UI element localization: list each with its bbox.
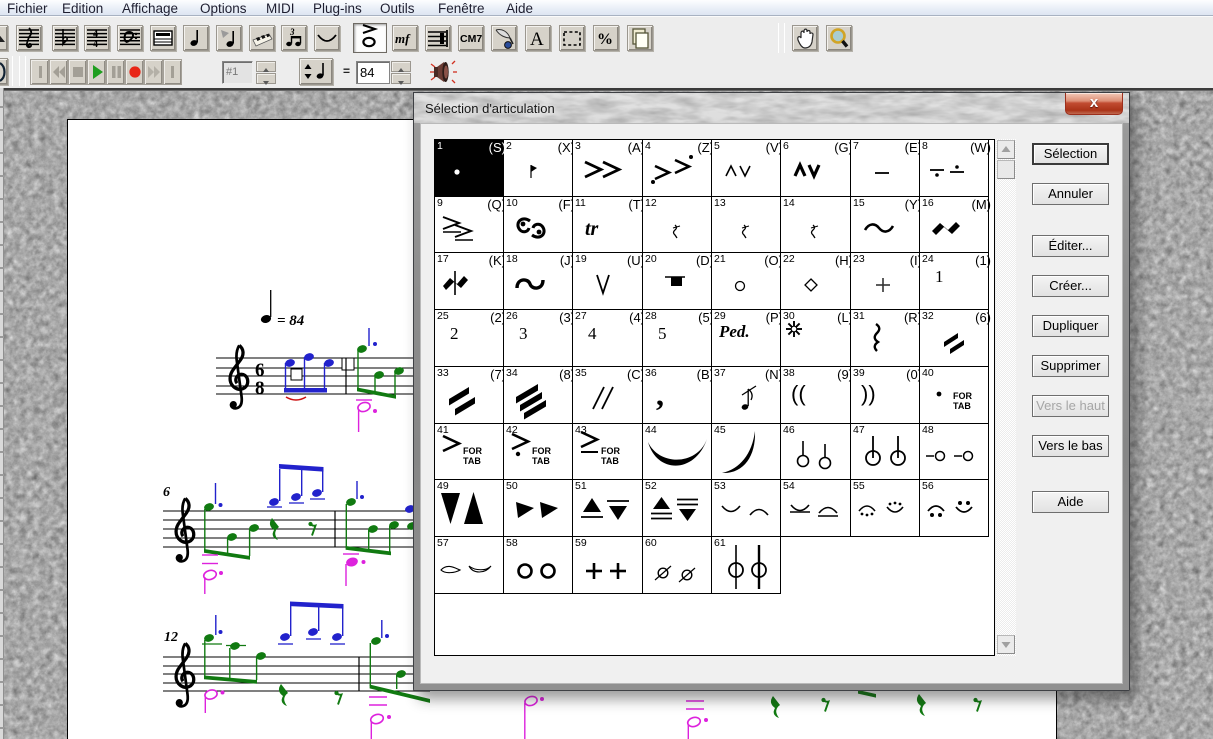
svg-text:1: 1 — [935, 267, 944, 286]
svg-text:FOR: FOR — [953, 391, 972, 401]
svg-text:)): )) — [861, 381, 876, 406]
svg-text:12: 12 — [164, 630, 178, 645]
svg-text:FOR: FOR — [532, 446, 551, 456]
svg-text:2: 2 — [450, 324, 459, 343]
svg-text:4: 4 — [588, 324, 597, 343]
svg-text:8: 8 — [255, 378, 265, 399]
svg-text:= 84: = 84 — [277, 313, 305, 329]
svg-text:,: , — [656, 376, 664, 412]
svg-text:FOR: FOR — [601, 446, 620, 456]
svg-text:3: 3 — [519, 324, 528, 343]
svg-text:tr: tr — [585, 218, 599, 240]
svg-text:TAB: TAB — [463, 456, 481, 466]
svg-text:TAB: TAB — [532, 456, 550, 466]
svg-text:Ped.: Ped. — [718, 322, 750, 341]
svg-text:6: 6 — [163, 485, 170, 500]
svg-text:TAB: TAB — [601, 456, 619, 466]
svg-text:5: 5 — [658, 324, 667, 343]
svg-text:((: (( — [791, 381, 806, 406]
svg-text:FOR: FOR — [463, 446, 482, 456]
svg-text:TAB: TAB — [953, 401, 971, 411]
